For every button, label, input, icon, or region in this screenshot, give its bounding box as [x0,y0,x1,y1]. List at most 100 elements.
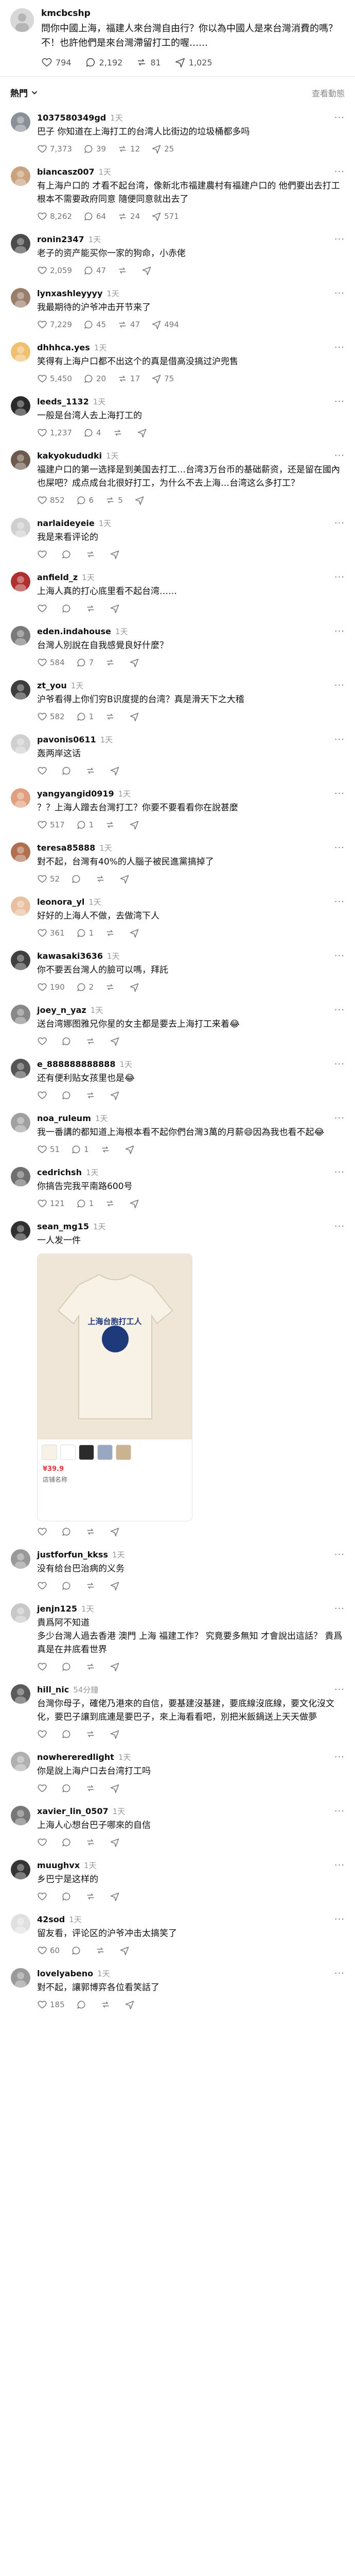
repost-button[interactable] [85,549,98,560]
more-icon[interactable]: ··· [334,288,345,299]
comment-avatar[interactable] [11,1860,30,1879]
reply-button[interactable] [71,1945,84,1956]
reply-button[interactable]: 20 [83,374,106,384]
share-button[interactable]: 75 [151,374,174,384]
share-button[interactable] [110,1837,122,1848]
repost-button[interactable] [105,928,118,938]
comment-avatar[interactable] [11,166,30,186]
comment-username[interactable]: justforfun_kkss [37,1550,108,1560]
comment-username[interactable]: kawasaki3636 [37,951,103,961]
like-button[interactable] [37,1837,50,1848]
comment-username[interactable]: yangyangid0919 [37,789,114,799]
comment-username[interactable]: 42sod [37,1914,65,1924]
sort-dropdown[interactable]: 熱門 [10,86,38,99]
repost-button[interactable]: 24 [117,211,140,222]
like-button[interactable]: 5,450 [37,374,72,384]
repost-button[interactable]: 47 [117,319,140,330]
share-button[interactable] [129,982,142,992]
share-button[interactable] [110,1090,122,1100]
comment-avatar[interactable] [11,951,30,970]
like-button[interactable]: 7,229 [37,319,72,330]
share-button[interactable] [129,820,142,830]
comment-avatar[interactable] [11,1059,30,1078]
share-button[interactable]: 1,025 [174,57,212,68]
reply-button[interactable]: 64 [83,211,106,222]
repost-button[interactable] [95,1945,108,1956]
more-icon[interactable]: ··· [334,1005,345,1015]
comment-avatar[interactable] [11,450,30,470]
reply-button[interactable] [61,1527,74,1537]
repost-button[interactable]: 5 [105,495,123,505]
repost-button[interactable] [95,874,108,884]
like-button[interactable] [37,603,50,614]
reply-button[interactable]: 47 [83,265,106,276]
like-button[interactable]: 582 [37,711,65,722]
like-button[interactable]: 60 [37,1945,60,1956]
swatch[interactable] [97,1445,113,1460]
comment-avatar[interactable] [11,572,30,591]
more-icon[interactable]: ··· [334,396,345,407]
more-icon[interactable]: ··· [334,1752,345,1762]
reply-button[interactable] [61,1581,74,1591]
like-button[interactable]: 190 [37,982,65,992]
repost-button[interactable] [85,1036,98,1046]
like-button[interactable] [37,1662,50,1672]
comment-username[interactable]: sean_mg15 [37,1222,89,1231]
reply-button[interactable]: 1 [76,711,94,722]
repost-button[interactable] [105,711,118,722]
comment-avatar[interactable] [11,1603,30,1623]
comment-avatar[interactable] [11,1167,30,1187]
more-icon[interactable]: ··· [334,1167,345,1178]
comment-avatar[interactable] [11,234,30,253]
like-button[interactable] [37,766,50,776]
comment-username[interactable]: e_888888888888 [37,1059,115,1069]
more-icon[interactable]: ··· [334,626,345,637]
reply-button[interactable]: 2 [76,982,94,992]
like-button[interactable]: 121 [37,1198,65,1209]
comment-username[interactable]: dhhhca.yes [37,343,90,352]
repost-button[interactable] [85,1729,98,1739]
repost-button[interactable] [85,1527,98,1537]
comment-username[interactable]: eden.indahouse [37,626,111,636]
share-button[interactable] [129,1198,142,1209]
swatch[interactable] [60,1445,76,1460]
repost-button[interactable] [85,1581,98,1591]
post-username[interactable]: kmcbcshp [41,8,345,19]
more-icon[interactable]: ··· [334,788,345,799]
more-icon[interactable]: ··· [334,450,345,461]
comment-avatar[interactable] [11,1968,30,1988]
like-button[interactable]: 7,373 [37,144,72,154]
reply-button[interactable]: 1 [76,928,94,938]
repost-button[interactable] [105,1198,118,1209]
comment-username[interactable]: zt_you [37,681,67,690]
repost-button[interactable] [100,1999,113,2010]
share-button[interactable] [134,495,147,505]
more-icon[interactable]: ··· [334,951,345,961]
like-button[interactable]: 8,262 [37,211,72,222]
repost-button[interactable] [85,1662,98,1672]
comment-username[interactable]: muughvx [37,1860,80,1870]
share-button[interactable] [110,1783,122,1793]
comment-image-attachment[interactable]: 上海台胞打工人 ¥39.9 店铺名称 [37,1253,192,1521]
comment-avatar[interactable] [11,1221,30,1241]
repost-button[interactable]: 17 [117,374,140,384]
share-button[interactable] [129,657,142,668]
like-button[interactable]: 852 [37,495,65,505]
comment-avatar[interactable] [11,1549,30,1569]
like-button[interactable] [37,1090,50,1100]
comment-username[interactable]: cedrichsh [37,1167,82,1177]
share-button[interactable] [129,711,142,722]
more-icon[interactable]: ··· [334,680,345,691]
reply-button[interactable] [61,1729,74,1739]
like-button[interactable] [37,1891,50,1902]
reply-button[interactable] [76,1999,89,2010]
like-button[interactable]: 361 [37,928,65,938]
comment-username[interactable]: lynxashleyyyy [37,289,102,298]
repost-button[interactable] [85,1783,98,1793]
share-button[interactable] [137,428,150,438]
reply-button[interactable]: 1 [71,1144,89,1155]
like-button[interactable] [37,1729,50,1739]
repost-button[interactable] [85,1891,98,1902]
share-button[interactable] [110,1527,122,1537]
share-button[interactable] [110,603,122,614]
